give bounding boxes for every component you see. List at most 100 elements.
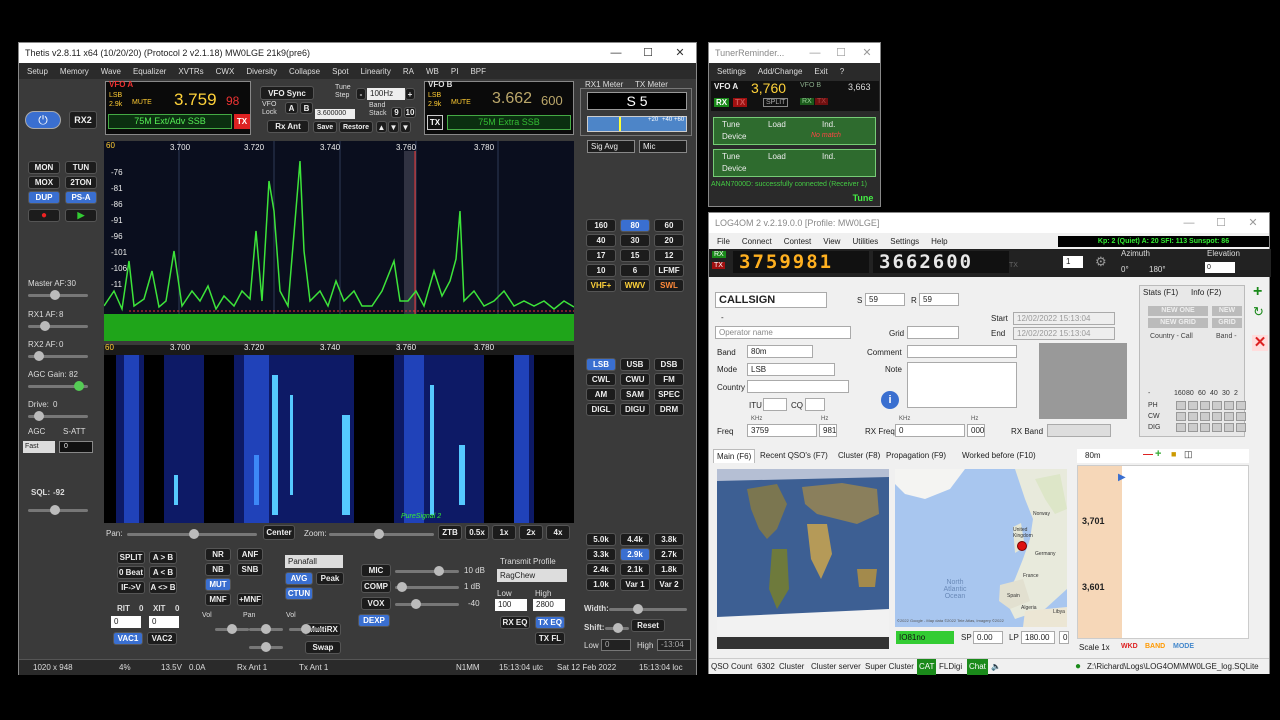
menu-memory[interactable]: Memory: [60, 67, 89, 76]
zoom-2x[interactable]: 2x: [519, 525, 543, 540]
record-button[interactable]: ●: [28, 209, 60, 222]
vfoa-freq[interactable]: 3.759: [174, 90, 217, 110]
sql-slider[interactable]: [28, 505, 88, 515]
rx-band-select[interactable]: [1047, 424, 1111, 437]
region-map[interactable]: North Atlantic Ocean Norway United Kingd…: [895, 469, 1067, 627]
filter-high-input[interactable]: -13:04: [657, 639, 691, 651]
menu-connect[interactable]: Connect: [742, 237, 772, 246]
menu-settings[interactable]: Settings: [890, 237, 919, 246]
lock-a-button[interactable]: A: [285, 102, 298, 114]
band-17[interactable]: 17: [586, 249, 616, 262]
filter-5-0k[interactable]: 5.0k: [586, 533, 616, 546]
maximize-icon[interactable]: ☐: [828, 43, 854, 63]
filter-2-4k[interactable]: 2.4k: [586, 563, 616, 576]
play-button[interactable]: ▶: [65, 209, 97, 222]
low-input[interactable]: 100: [495, 599, 527, 611]
bandmap-remove-icon[interactable]: —: [1143, 449, 1153, 460]
vox-slider[interactable]: [395, 599, 459, 609]
menu-xvtrs[interactable]: XVTRs: [178, 67, 203, 76]
band-60[interactable]: 60: [654, 219, 684, 232]
filter-low-input[interactable]: 0: [601, 639, 631, 651]
band-15[interactable]: 15: [620, 249, 650, 262]
mode-cwu[interactable]: CWU: [620, 373, 650, 386]
note-input[interactable]: [907, 362, 1017, 408]
filter-4-4k[interactable]: 4.4k: [620, 533, 650, 546]
minimize-icon[interactable]: —: [802, 43, 828, 63]
satt-input[interactable]: 0: [59, 441, 93, 453]
sig-avg-select[interactable]: Sig Avg: [587, 140, 635, 153]
filter-2-7k[interactable]: 2.7k: [654, 548, 684, 561]
filter-2-9k[interactable]: 2.9k: [620, 548, 650, 561]
filter-var-1[interactable]: Var 1: [620, 578, 650, 591]
vac1-button[interactable]: VAC1: [113, 632, 143, 645]
vfoa-band[interactable]: 75M Ext/Adv SSB: [108, 114, 232, 129]
pan-slider[interactable]: [127, 529, 257, 539]
bottom-slider-0[interactable]: [215, 624, 249, 634]
tun-button[interactable]: TUN: [65, 161, 97, 174]
menu-add-change[interactable]: Add/Change: [758, 67, 802, 76]
txfl-button[interactable]: TX FL: [535, 632, 565, 645]
mode-drm[interactable]: DRM: [654, 403, 684, 416]
scale-select[interactable]: Scale 1x: [1079, 643, 1110, 652]
band-6[interactable]: 6: [620, 264, 650, 277]
zoom-1x[interactable]: 1x: [492, 525, 516, 540]
log-spin[interactable]: 1: [1063, 256, 1083, 268]
band-30[interactable]: 30: [620, 234, 650, 247]
stats-tab[interactable]: Stats (F1): [1140, 288, 1181, 297]
ifv-button[interactable]: IF->V: [117, 581, 145, 594]
vfob-freq[interactable]: 3.662: [492, 90, 532, 108]
menu-contest[interactable]: Contest: [784, 237, 812, 246]
zoom-slider[interactable]: [329, 529, 434, 539]
tx-profile-select[interactable]: RagChew: [497, 569, 567, 582]
start-input[interactable]: 12/02/2022 15:13:04: [1013, 312, 1115, 325]
filter-2-1k[interactable]: 2.1k: [620, 563, 650, 576]
dexp-button[interactable]: DEXP: [358, 614, 390, 627]
bandmap-add-icon[interactable]: +: [1155, 448, 1161, 460]
fldigi-status[interactable]: FLDigi: [939, 659, 962, 675]
close-icon[interactable]: ✕: [664, 43, 696, 63]
atob-button[interactable]: A > B: [149, 551, 177, 564]
vfo-sync-button[interactable]: VFO Sync: [260, 86, 314, 100]
close-icon[interactable]: ✕: [1237, 213, 1269, 233]
vac2-button[interactable]: VAC2: [147, 632, 177, 645]
log-tab-main-f6[interactable]: Main (F6): [713, 449, 756, 463]
band-stack-10[interactable]: 10: [404, 107, 416, 118]
bottom-slider-2[interactable]: [249, 642, 283, 652]
s-select[interactable]: 59: [865, 293, 905, 306]
vfob-mute[interactable]: MUTE: [451, 99, 471, 106]
menu-file[interactable]: File: [717, 237, 730, 246]
mode-spec[interactable]: SPEC: [654, 388, 684, 401]
mode-am[interactable]: AM: [586, 388, 616, 401]
mic-button[interactable]: MIC: [361, 564, 391, 577]
close-icon[interactable]: ✕: [854, 43, 880, 63]
mon-button[interactable]: MON: [28, 161, 60, 174]
menu-bpf[interactable]: BPF: [470, 67, 486, 76]
agc-mode-select[interactable]: Fast: [23, 441, 55, 453]
master-slider[interactable]: [28, 290, 88, 300]
bottom-slider-1[interactable]: [249, 624, 283, 634]
info-icon[interactable]: i: [881, 391, 899, 409]
avg-button[interactable]: AVG: [285, 572, 313, 585]
wkd-label[interactable]: WKD: [1121, 643, 1138, 650]
tuner-device-row-1[interactable]: Tune Device Load Ind. No match: [713, 117, 876, 145]
freq-hz-input[interactable]: 981: [819, 424, 837, 437]
mode-cwl[interactable]: CWL: [586, 373, 616, 386]
band-swl[interactable]: SWL: [654, 279, 684, 292]
menu-equalizer[interactable]: Equalizer: [133, 67, 166, 76]
elevation-input[interactable]: 0: [1205, 262, 1235, 273]
add-icon[interactable]: +: [1253, 284, 1267, 300]
log-tab-propagation-f9[interactable]: Propagation (F9): [883, 449, 949, 463]
zbeat-button[interactable]: 0 Beat: [117, 566, 145, 579]
log-tab-worked-before-f10[interactable]: Worked before (F10): [959, 449, 1039, 463]
callsign-input[interactable]: CALLSIGN: [715, 292, 827, 308]
menu-wb[interactable]: WB: [426, 67, 439, 76]
menu-ra[interactable]: RA: [403, 67, 414, 76]
log-tab-cluster-f8[interactable]: Cluster (F8): [835, 449, 883, 463]
clear-icon[interactable]: ✕: [1252, 335, 1268, 351]
mic-select[interactable]: Mic: [639, 140, 687, 153]
rxeq-button[interactable]: RX EQ: [500, 616, 530, 629]
band-filter-label[interactable]: BAND: [1145, 643, 1165, 650]
center-button[interactable]: Center: [263, 525, 295, 540]
minimize-icon[interactable]: —: [1173, 213, 1205, 233]
rx2af-slider[interactable]: [28, 351, 88, 361]
